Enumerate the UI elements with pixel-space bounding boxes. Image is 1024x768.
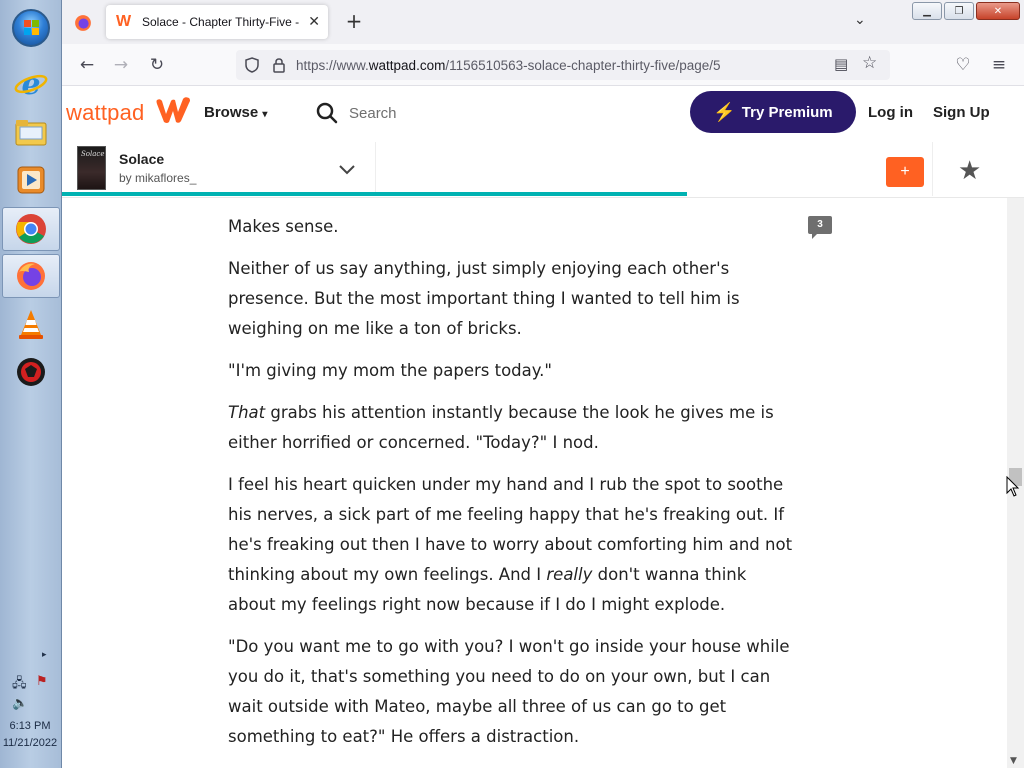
taskbar-clock-time[interactable]: 6:13 PM [0, 720, 60, 732]
search-icon[interactable] [316, 102, 338, 124]
scroll-down-arrow-icon[interactable]: ▼ [1010, 756, 1017, 766]
chrome-taskbar-button[interactable] [2, 207, 60, 251]
vlc-cone-icon [19, 310, 43, 339]
file-explorer-taskbar-button[interactable] [2, 110, 60, 154]
wattpad-favicon-icon: W [116, 13, 132, 30]
browse-menu[interactable]: Browse ▾ [204, 104, 267, 121]
list-all-tabs-chevron-icon[interactable]: ⌄ [854, 12, 866, 28]
firefox-icon [75, 15, 91, 31]
address-bar[interactable]: https://www.wattpad.com/1156510563-solac… [236, 50, 890, 80]
navigation-toolbar: ← → ↻ https://www.wattpad.com/1156510563… [62, 44, 1024, 86]
firefox-taskbar-button[interactable] [2, 254, 60, 298]
wattpad-logo-text[interactable]: wattpad [66, 100, 144, 126]
reload-icon[interactable]: ↻ [146, 54, 168, 76]
wattpad-header: wattpad Browse ▾ Search ⚡ Try Premium Lo… [62, 86, 1024, 142]
internet-explorer-taskbar-button[interactable]: e [2, 62, 60, 106]
divider [375, 142, 376, 196]
reader-view-icon[interactable]: ▤ [834, 55, 848, 73]
sign-up-link[interactable]: Sign Up [933, 104, 990, 121]
paragraph-text: grabs his attention instantly because th… [228, 403, 774, 452]
url-prefix: https://www. [296, 58, 369, 73]
cover-title-text: Solace [81, 150, 105, 158]
window-controls: ▁ ❐ ✕ [912, 2, 1020, 20]
network-icon[interactable]: 🖧 [12, 674, 27, 696]
minimize-button[interactable]: ▁ [912, 2, 942, 20]
search-input[interactable]: Search [349, 105, 397, 122]
taskbar-clock-date[interactable]: 11/21/2022 [0, 737, 60, 749]
browse-label: Browse [204, 104, 259, 121]
bookmark-star-icon[interactable]: ☆ [862, 53, 877, 73]
story-title[interactable]: Solace [119, 151, 164, 167]
caret-down-icon: ▾ [262, 109, 268, 120]
close-window-button[interactable]: ✕ [976, 2, 1020, 20]
inline-comment-count-badge[interactable]: 3 [808, 216, 832, 239]
lightning-bolt-icon: ⚡ [713, 101, 736, 122]
try-premium-button[interactable]: ⚡ Try Premium [690, 91, 856, 133]
url-domain: wattpad.com [368, 58, 446, 73]
lock-icon[interactable] [272, 57, 286, 73]
divider [932, 142, 933, 196]
chrome-icon [16, 214, 46, 244]
reading-progress-fill [62, 192, 688, 196]
story-cover-image[interactable]: Solace [77, 146, 106, 190]
paragraph: Makes sense. [228, 217, 339, 236]
log-in-link[interactable]: Log in [868, 104, 913, 121]
action-center-flag-icon[interactable]: ⚑ [36, 674, 48, 689]
back-arrow-icon[interactable]: ← [76, 54, 98, 76]
emphasis: That [228, 403, 266, 422]
app-taskbar-button[interactable] [2, 350, 60, 394]
story-info-bar: Solace Solace by mikaflores_ + ★ [62, 142, 1024, 198]
paragraph: That grabs his attention instantly becau… [228, 398, 798, 458]
try-premium-label: Try Premium [741, 103, 833, 121]
paragraph: Neither of us say anything, just simply … [228, 259, 740, 338]
emphasis: really [546, 565, 593, 584]
show-hidden-icons-arrow-icon[interactable]: ▸ [42, 650, 47, 660]
red-app-icon [17, 358, 45, 386]
add-to-library-button[interactable]: + [886, 157, 924, 187]
chevron-down-icon[interactable] [336, 158, 358, 180]
paragraph: "Do you want me to go with you? I won't … [228, 637, 790, 746]
mouse-cursor-icon [1006, 476, 1020, 497]
windows-logo-icon [12, 9, 50, 47]
pocket-icon[interactable]: ♡ [952, 54, 974, 76]
hamburger-menu-icon[interactable]: ≡ [988, 54, 1010, 76]
pinned-firefox-tab[interactable] [68, 8, 98, 38]
windows-taskbar: e ▸ 🖧 ⚑ 🔈 6:13 PM 11/21/2022 [0, 0, 62, 768]
reading-progress-bar [62, 192, 1024, 196]
tab-title: Solace - Chapter Thirty-Five - P... [142, 15, 302, 29]
start-button[interactable] [2, 6, 60, 50]
tracking-protection-shield-icon[interactable] [244, 57, 260, 73]
paragraph: I feel his heart quicken under my hand a… [228, 470, 798, 620]
volume-icon[interactable]: 🔈 [12, 696, 28, 711]
media-player-icon [17, 166, 45, 194]
tab-bar: W Solace - Chapter Thirty-Five - P... ✕ … [62, 0, 1024, 44]
url-path: /1156510563-solace-chapter-thirty-five/p… [445, 58, 721, 73]
vlc-taskbar-button[interactable] [2, 302, 60, 346]
new-tab-button[interactable]: + [342, 10, 366, 34]
story-author[interactable]: by mikaflores_ [119, 171, 196, 185]
paragraph: "I'm giving my mom the papers today." [228, 361, 553, 380]
chapter-text: 3 Makes sense. Neither of us say anythin… [62, 198, 1007, 768]
maximize-button[interactable]: ❐ [944, 2, 974, 20]
firefox-icon [17, 262, 45, 290]
wattpad-w-logo-icon[interactable] [154, 94, 194, 126]
tab-close-icon[interactable]: ✕ [308, 13, 320, 30]
internet-explorer-icon: e [14, 67, 48, 101]
firefox-window: W Solace - Chapter Thirty-Five - P... ✕ … [62, 0, 1024, 768]
folder-icon [15, 120, 47, 146]
forward-arrow-icon[interactable]: → [110, 54, 132, 76]
url-text[interactable]: https://www.wattpad.com/1156510563-solac… [296, 58, 721, 73]
media-player-taskbar-button[interactable] [2, 158, 60, 202]
tab-solace[interactable]: W Solace - Chapter Thirty-Five - P... ✕ [106, 5, 328, 39]
svg-text:e: e [21, 67, 40, 101]
vote-star-icon[interactable]: ★ [958, 156, 981, 186]
